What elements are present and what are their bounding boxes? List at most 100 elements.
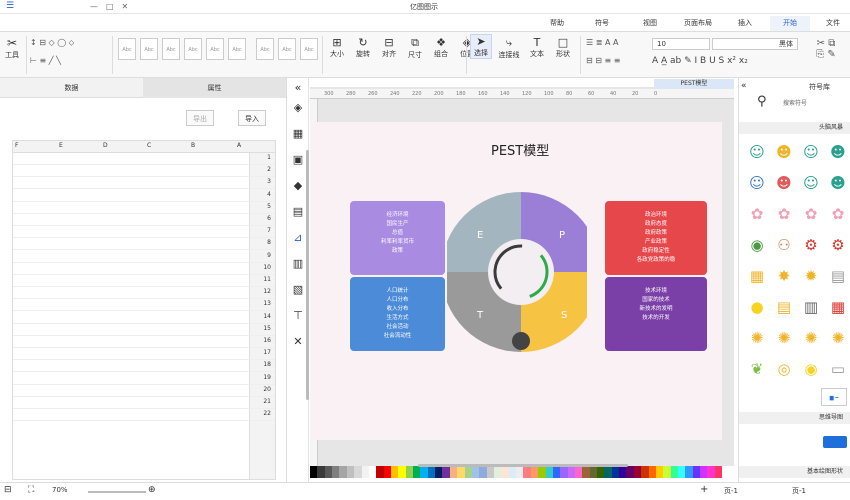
table-icon[interactable]: ▥	[290, 256, 306, 272]
table-row[interactable]: 15	[13, 324, 275, 336]
color-swatch[interactable]	[376, 466, 384, 478]
color-swatch[interactable]	[398, 466, 406, 478]
select-button[interactable]: ➤ 选择	[470, 34, 492, 59]
color-swatch[interactable]	[479, 466, 487, 478]
symbol-item-icon[interactable]: ✿	[745, 202, 769, 226]
table-row[interactable]: 2	[13, 165, 275, 178]
fullscreen-icon[interactable]: ⛶	[28, 485, 34, 495]
align-button[interactable]: ⊟ 对齐	[378, 36, 400, 59]
fill-icon[interactable]: ◈	[290, 100, 306, 116]
color-swatch[interactable]	[589, 466, 598, 478]
symbol-item-icon[interactable]: ☻	[772, 171, 796, 195]
color-swatch[interactable]	[648, 466, 656, 478]
color-swatch[interactable]	[471, 466, 480, 478]
color-swatch[interactable]	[692, 466, 701, 478]
symbol-item-icon[interactable]: ▤	[826, 264, 850, 288]
color-swatch[interactable]	[523, 466, 531, 478]
symbol-item-icon[interactable]: ▦	[745, 264, 769, 288]
color-swatch[interactable]	[405, 466, 414, 478]
shuffle-icon[interactable]: ✕	[290, 334, 306, 350]
tab-view[interactable]: 视图	[632, 16, 668, 31]
color-swatch[interactable]	[641, 466, 649, 478]
style-thumbnail[interactable]: Abc	[256, 38, 274, 60]
color-swatch[interactable]	[552, 466, 561, 478]
symbol-item-icon[interactable]: ⚇	[772, 233, 796, 257]
card-economic[interactable]: 经济环境 国民生产 总值 利率利率货币 政策	[350, 201, 445, 275]
color-swatch[interactable]	[560, 466, 568, 478]
table-row[interactable]: 6	[13, 214, 275, 226]
color-swatch[interactable]	[545, 466, 553, 478]
table-row[interactable]: 5	[13, 202, 275, 214]
color-swatch[interactable]	[663, 466, 671, 478]
style-thumbnail[interactable]: Abc	[300, 38, 318, 60]
collapse-icon[interactable]: «	[290, 80, 306, 96]
color-swatch[interactable]	[354, 466, 362, 478]
color-swatch[interactable]	[339, 466, 347, 478]
color-swatch[interactable]	[310, 466, 318, 478]
connector-button[interactable]: ⤷ 连接线	[496, 36, 522, 60]
symbol-item-icon[interactable]: ✺	[772, 326, 796, 350]
color-swatch[interactable]	[670, 466, 678, 478]
color-swatch[interactable]	[626, 466, 634, 478]
color-swatch[interactable]	[457, 466, 465, 478]
diagram-title[interactable]: PEST模型	[491, 140, 549, 159]
chart-icon[interactable]: ⊿	[290, 230, 306, 246]
symbol-item-icon[interactable]: ✿	[826, 202, 850, 226]
text-button[interactable]: T 文本	[526, 36, 548, 59]
color-swatch[interactable]	[427, 466, 436, 478]
add-page-icon[interactable]: +	[700, 484, 708, 495]
color-swatch[interactable]	[611, 466, 620, 478]
page-icon[interactable]: ▤	[290, 204, 306, 220]
card-technology[interactable]: 技术环境 国家的技术 新技术的发明 技术的开发	[605, 277, 707, 351]
clipboard-icons[interactable]: ✂ ⧉ ⎘ ✎	[806, 38, 846, 60]
image-icon[interactable]: ▣	[290, 152, 306, 168]
table-row[interactable]: 22	[13, 409, 275, 422]
page-tab[interactable]: 页-1	[724, 486, 738, 496]
tools-button[interactable]: ✂ 工具	[2, 36, 22, 60]
format-painter-icon[interactable]: ⊤	[290, 308, 306, 324]
style-thumbnail[interactable]: Abc	[184, 38, 202, 60]
fit-page-icon[interactable]: ⊟	[4, 485, 12, 495]
symbol-item-icon[interactable]: ▥	[799, 295, 823, 319]
table-row[interactable]: 12	[13, 287, 275, 300]
symbol-item-icon[interactable]: ▦	[826, 295, 850, 319]
color-swatch[interactable]	[633, 466, 642, 478]
tab-data[interactable]: 数据	[0, 78, 143, 98]
table-row[interactable]: 16	[13, 336, 275, 348]
table-row[interactable]: 21	[13, 397, 275, 409]
vertical-scrollbar[interactable]	[306, 150, 309, 400]
color-swatch[interactable]	[442, 466, 450, 478]
symbol-item-icon[interactable]: ⚙	[826, 233, 850, 257]
font-size-select[interactable]: 10	[652, 38, 710, 50]
shape-button[interactable]: □ 形状	[552, 36, 574, 59]
style-thumbnail[interactable]: Abc	[162, 38, 180, 60]
font-format-icons[interactable]: A A̲ ab ✎ I B U S x² x₂	[652, 56, 798, 66]
symbol-item-icon[interactable]: ✿	[799, 202, 823, 226]
window-controls[interactable]: — □ ✕	[90, 1, 128, 12]
search-symbols-input[interactable]: 搜索符号	[783, 98, 847, 107]
color-swatch[interactable]	[383, 466, 391, 478]
color-swatch[interactable]	[332, 466, 340, 478]
color-swatch[interactable]	[714, 466, 723, 478]
color-swatch[interactable]	[449, 466, 458, 478]
same-size-button[interactable]: ⧉ 尺寸	[404, 36, 426, 60]
symbol-callout[interactable]: ▆ ━	[821, 388, 847, 406]
search-icon[interactable]: ⚲	[757, 94, 767, 109]
symbol-item-icon[interactable]: ◎	[772, 357, 796, 381]
tab-file[interactable]: 文件	[818, 16, 848, 31]
color-palette[interactable]	[310, 466, 723, 478]
paragraph-icons[interactable]: ☰ ≣ A A	[586, 38, 646, 47]
card-social[interactable]: 人口统计 人口分布 收入分布 生活方式 社会活动 社会流动性	[350, 277, 445, 351]
symbol-item-icon[interactable]: ◉	[745, 233, 769, 257]
tab-help[interactable]: 帮助	[540, 16, 574, 31]
style-thumbnail[interactable]: Abc	[118, 38, 136, 60]
page-indicator[interactable]: 页-1	[792, 486, 806, 496]
color-swatch[interactable]	[390, 466, 399, 478]
tab-page-layout[interactable]: 页面布局	[676, 16, 720, 31]
export-button[interactable]: 导出	[186, 110, 214, 126]
table-row[interactable]: 3	[13, 177, 275, 190]
table-row[interactable]: 17	[13, 348, 275, 361]
color-swatch[interactable]	[501, 466, 509, 478]
color-swatch[interactable]	[508, 466, 517, 478]
color-swatch[interactable]	[420, 466, 428, 478]
